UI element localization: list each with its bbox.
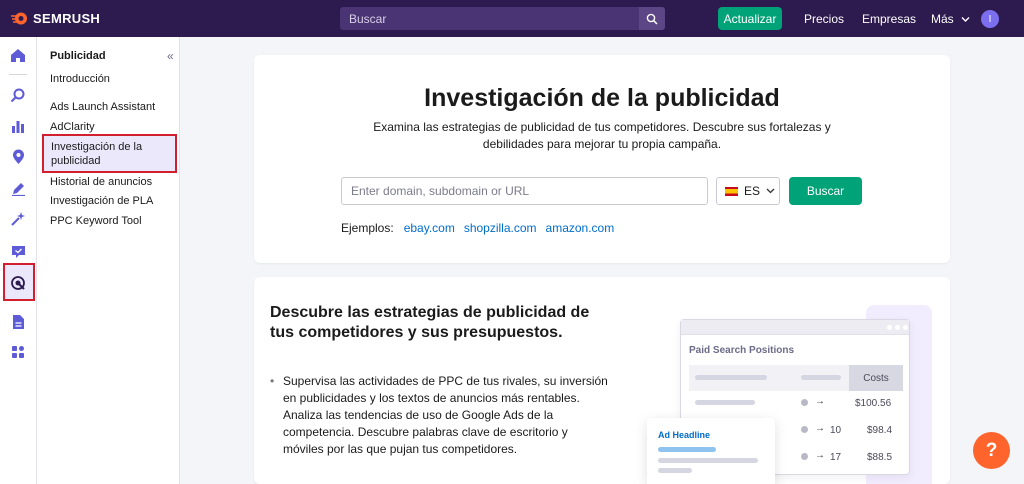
promo-bullet: Supervisa las actividades de PPC de tus … xyxy=(270,373,610,458)
user-avatar[interactable]: I xyxy=(981,10,999,28)
costs-column-header: Costs xyxy=(849,365,903,391)
more-menu-label: Más xyxy=(931,12,954,26)
window-dot xyxy=(887,325,892,330)
chart-icon[interactable] xyxy=(9,117,27,135)
semrush-flame-icon xyxy=(11,12,27,25)
arrow-right-icon: → xyxy=(815,396,825,407)
position-dot xyxy=(801,426,808,433)
submenu-item-ads-launch-assistant[interactable]: Ads Launch Assistant xyxy=(50,100,155,114)
submenu-item-adclarity[interactable]: AdClarity xyxy=(50,120,95,134)
ad-preview-card: Ad Headline xyxy=(647,418,775,484)
submenu-item-historial-anuncios[interactable]: Historial de anuncios xyxy=(50,175,152,189)
advertising-submenu: Publicidad « Introducción Ads Launch Ass… xyxy=(37,37,180,484)
more-menu[interactable]: Más xyxy=(931,12,970,26)
chat-icon[interactable] xyxy=(9,242,27,260)
semrush-logo[interactable]: SEMRUSH xyxy=(10,10,100,27)
window-dot xyxy=(903,325,908,330)
document-icon[interactable] xyxy=(9,313,27,331)
cost-value: $98.4 xyxy=(867,425,893,436)
page-title: Investigación de la publicidad xyxy=(424,84,780,112)
collapse-submenu-icon[interactable]: « xyxy=(167,49,174,63)
mockup-title: Paid Search Positions xyxy=(689,345,795,356)
position-value: 17 xyxy=(830,452,842,463)
submenu-item-investigacion-pla[interactable]: Investigación de PLA xyxy=(50,194,153,208)
chevron-down-icon xyxy=(961,17,970,22)
search-button[interactable]: Buscar xyxy=(789,177,862,205)
database-select[interactable]: ES xyxy=(716,177,780,205)
placeholder-bar xyxy=(801,375,841,380)
example-link-amazon[interactable]: amazon.com xyxy=(546,221,615,235)
placeholder-bar xyxy=(695,400,755,405)
global-search-input[interactable] xyxy=(340,11,638,26)
rail-divider xyxy=(9,74,27,75)
position-dot xyxy=(801,453,808,460)
pen-icon[interactable] xyxy=(9,179,27,197)
sparkle-icon[interactable] xyxy=(9,210,27,228)
placeholder-bar xyxy=(658,468,692,473)
mockup-window-bar xyxy=(681,320,909,335)
window-dot xyxy=(895,325,900,330)
page-description: Examina las estrategias de publicidad de… xyxy=(373,120,831,151)
examples-row: Ejemplos: ebay.com shopzilla.com amazon.… xyxy=(341,221,614,235)
module-rail xyxy=(0,37,37,484)
example-link-shopzilla[interactable]: shopzilla.com xyxy=(464,221,537,235)
submenu-item-introduccion[interactable]: Introducción xyxy=(50,72,110,86)
upgrade-button[interactable]: Actualizar xyxy=(718,7,782,30)
database-code: ES xyxy=(744,184,761,198)
mockup-table-header: Costs xyxy=(689,365,903,391)
placeholder-bar xyxy=(658,447,716,452)
placeholder-bar xyxy=(695,375,767,380)
apps-grid-icon[interactable] xyxy=(9,343,27,361)
global-search xyxy=(340,7,665,30)
examples-label: Ejemplos: xyxy=(341,221,394,235)
cost-value: $88.5 xyxy=(867,452,893,463)
cost-value: $100.56 xyxy=(855,398,892,409)
domain-input[interactable] xyxy=(341,177,708,205)
arrow-right-icon: → xyxy=(815,450,825,461)
search-icon xyxy=(646,13,658,25)
spain-flag-icon xyxy=(725,186,738,196)
submenu-title: Publicidad xyxy=(50,50,106,62)
help-button[interactable]: ? xyxy=(973,432,1010,469)
position-value: 10 xyxy=(830,425,842,436)
example-link-ebay[interactable]: ebay.com xyxy=(404,221,455,235)
search-card: Investigación de la publicidad Examina l… xyxy=(254,55,950,263)
position-dot xyxy=(801,399,808,406)
advertising-target-icon[interactable] xyxy=(9,274,27,292)
enterprise-link[interactable]: Empresas xyxy=(862,12,916,26)
arrow-right-icon: → xyxy=(815,423,825,434)
submenu-item-label: Investigación de la publicidad xyxy=(51,141,143,167)
promo-title: Descubre las estrategias de publicidad d… xyxy=(270,304,590,341)
top-navigation-bar: SEMRUSH Actualizar Precios Empresas Más … xyxy=(0,0,1024,37)
home-icon[interactable] xyxy=(9,46,27,64)
pricing-link[interactable]: Precios xyxy=(804,12,844,26)
chevron-down-icon xyxy=(766,188,775,194)
location-pin-icon[interactable] xyxy=(9,148,27,166)
submenu-item-investigacion-publicidad[interactable]: Investigación de la publicidad xyxy=(42,134,177,173)
submenu-item-ppc-keyword-tool[interactable]: PPC Keyword Tool xyxy=(50,214,142,228)
ad-headline: Ad Headline xyxy=(658,430,711,440)
brand-name: SEMRUSH xyxy=(33,11,101,26)
global-search-button[interactable] xyxy=(639,7,665,30)
seo-icon[interactable] xyxy=(9,86,27,104)
placeholder-bar xyxy=(658,458,758,463)
promo-card: Descubre las estrategias de publicidad d… xyxy=(254,277,950,484)
